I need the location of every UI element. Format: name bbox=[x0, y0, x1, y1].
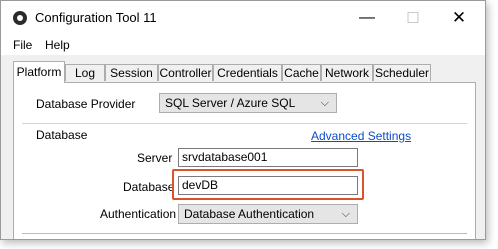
tab-scheduler[interactable]: Scheduler bbox=[373, 64, 431, 81]
tab-log[interactable]: Log bbox=[65, 64, 105, 81]
tab-platform[interactable]: Platform bbox=[13, 61, 65, 83]
menu-bar: File Help bbox=[1, 35, 485, 55]
server-label: Server bbox=[137, 151, 173, 165]
database-group-divider bbox=[22, 123, 467, 124]
title-bar[interactable]: Configuration Tool 11 — ☐ ✕ bbox=[1, 1, 485, 35]
close-icon: ✕ bbox=[451, 8, 467, 27]
database-input[interactable]: devDB bbox=[178, 176, 358, 195]
menu-help[interactable]: Help bbox=[45, 38, 70, 52]
server-input[interactable]: srvdatabase001 bbox=[178, 148, 358, 167]
database-provider-dropdown[interactable]: SQL Server / Azure SQL ⌵ bbox=[159, 93, 337, 113]
menu-file[interactable]: File bbox=[13, 38, 32, 52]
authentication-dropdown[interactable]: Database Authentication ⌵ bbox=[178, 204, 358, 224]
authentication-value: Database Authentication bbox=[184, 207, 315, 221]
tab-controller[interactable]: Controller bbox=[158, 64, 213, 81]
app-window: Configuration Tool 11 — ☐ ✕ File Help Pl… bbox=[0, 0, 486, 240]
advanced-settings-link[interactable]: Advanced Settings bbox=[311, 129, 411, 143]
chevron-down-icon: ⌵ bbox=[341, 208, 350, 220]
tab-session[interactable]: Session bbox=[105, 64, 158, 81]
database-label: Database bbox=[123, 180, 175, 194]
chevron-down-icon: ⌵ bbox=[320, 97, 329, 109]
authentication-label: Authentication bbox=[100, 207, 177, 221]
tab-cache[interactable]: Cache bbox=[282, 64, 321, 81]
maximize-icon: ☐ bbox=[406, 10, 420, 27]
app-circle-icon bbox=[13, 11, 27, 25]
tab-network[interactable]: Network bbox=[321, 64, 373, 81]
platform-tab-panel: Database Provider SQL Server / Azure SQL… bbox=[13, 82, 476, 239]
database-group-label: Database bbox=[36, 128, 88, 142]
minimize-icon: — bbox=[359, 9, 375, 26]
database-provider-label: Database Provider bbox=[36, 97, 136, 111]
maximize-button[interactable]: ☐ bbox=[390, 1, 436, 35]
section-divider bbox=[22, 233, 467, 234]
minimize-button[interactable]: — bbox=[344, 1, 390, 35]
window-title: Configuration Tool 11 bbox=[35, 10, 157, 25]
tab-credentials[interactable]: Credentials bbox=[213, 64, 282, 81]
close-button[interactable]: ✕ bbox=[436, 1, 482, 35]
database-provider-value: SQL Server / Azure SQL bbox=[165, 96, 296, 110]
